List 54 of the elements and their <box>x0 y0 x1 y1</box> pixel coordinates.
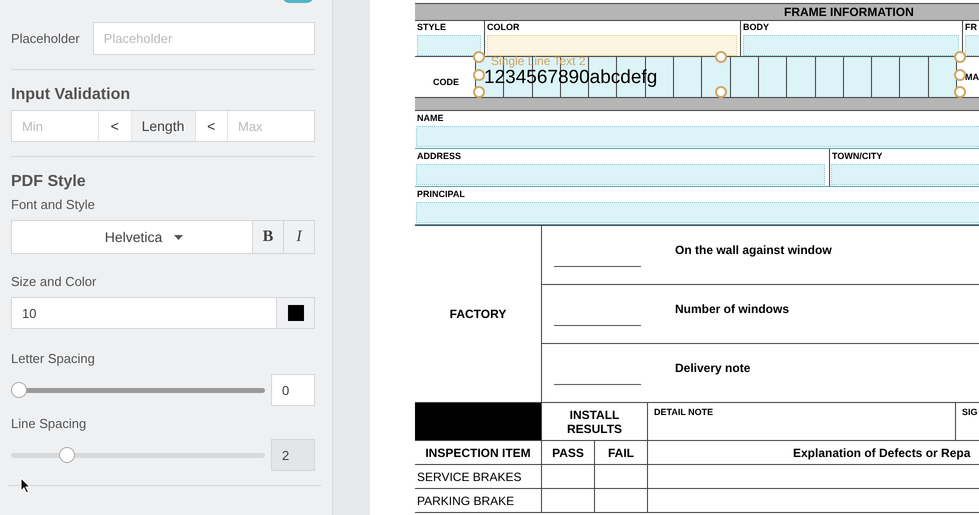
field-label: MA <box>965 72 979 83</box>
form-field[interactable] <box>487 35 737 56</box>
form-field[interactable] <box>416 164 825 185</box>
placeholder-input[interactable]: Placeholder <box>92 22 315 55</box>
field-label: BODY <box>742 22 770 33</box>
column-header: DETAIL NOTE <box>653 407 714 418</box>
field-label: COLOR <box>486 22 520 33</box>
field-label: CODE <box>432 77 459 88</box>
field-label: FR <box>964 22 978 33</box>
section-heading: Input Validation <box>11 86 132 104</box>
resize-handle[interactable] <box>473 51 485 63</box>
column-header: SIG <box>961 407 979 418</box>
resize-handle[interactable] <box>954 69 966 81</box>
section-title: FRAME INFORMATION <box>784 5 914 19</box>
slider-thumb[interactable] <box>11 382 27 398</box>
font-dropdown[interactable]: Helvetica <box>12 221 252 253</box>
length-label: Length <box>132 111 194 141</box>
slider-track[interactable] <box>11 447 265 463</box>
section-heading: PDF Style <box>11 173 87 191</box>
resize-handle[interactable] <box>473 69 485 81</box>
slider-value-input[interactable]: 0 <box>271 374 315 406</box>
item-label: On the wall against window <box>675 243 832 257</box>
fill-in-line[interactable] <box>554 324 641 326</box>
form-field[interactable] <box>743 35 959 56</box>
column-header: INSPECTION ITEM <box>425 446 531 460</box>
resize-handle[interactable] <box>473 86 485 98</box>
slider-label: Line Spacing <box>11 416 88 431</box>
table-cell-text: PARKING BRAKE <box>416 494 514 508</box>
mouse-pointer-icon <box>20 477 31 494</box>
slider-track[interactable] <box>11 382 265 398</box>
field-label: Size and Color <box>11 274 98 289</box>
item-label: Number of windows <box>675 302 789 316</box>
column-header: Explanation of Defects or Repa <box>793 446 970 460</box>
column-header: FAIL <box>608 446 634 460</box>
field-label: NAME <box>416 113 444 124</box>
field-label: PRINCIPAL <box>416 189 466 200</box>
column-group-header: INSTALL RESULTS <box>566 408 624 436</box>
field-label: STYLE <box>416 22 448 33</box>
item-label: Delivery note <box>675 361 750 375</box>
field-label: Font and Style <box>11 197 96 212</box>
range-input-group[interactable]: Min < Length < Max <box>11 110 315 142</box>
form-field[interactable] <box>416 126 979 147</box>
table-cell-text: SERVICE BRAKES <box>416 470 522 484</box>
slider-label: Letter Spacing <box>11 351 96 366</box>
resize-handle[interactable] <box>954 86 966 98</box>
column-header: PASS <box>552 446 584 460</box>
caret-icon <box>174 234 184 240</box>
form-field[interactable] <box>416 202 979 223</box>
row-heading: FACTORY <box>450 307 506 321</box>
field-label: ADDRESS <box>416 151 462 162</box>
field-label: TOWN/CITY <box>831 151 884 162</box>
form-field[interactable] <box>417 35 481 56</box>
table-cell <box>594 489 647 513</box>
field-label: Placeholder <box>11 31 80 46</box>
